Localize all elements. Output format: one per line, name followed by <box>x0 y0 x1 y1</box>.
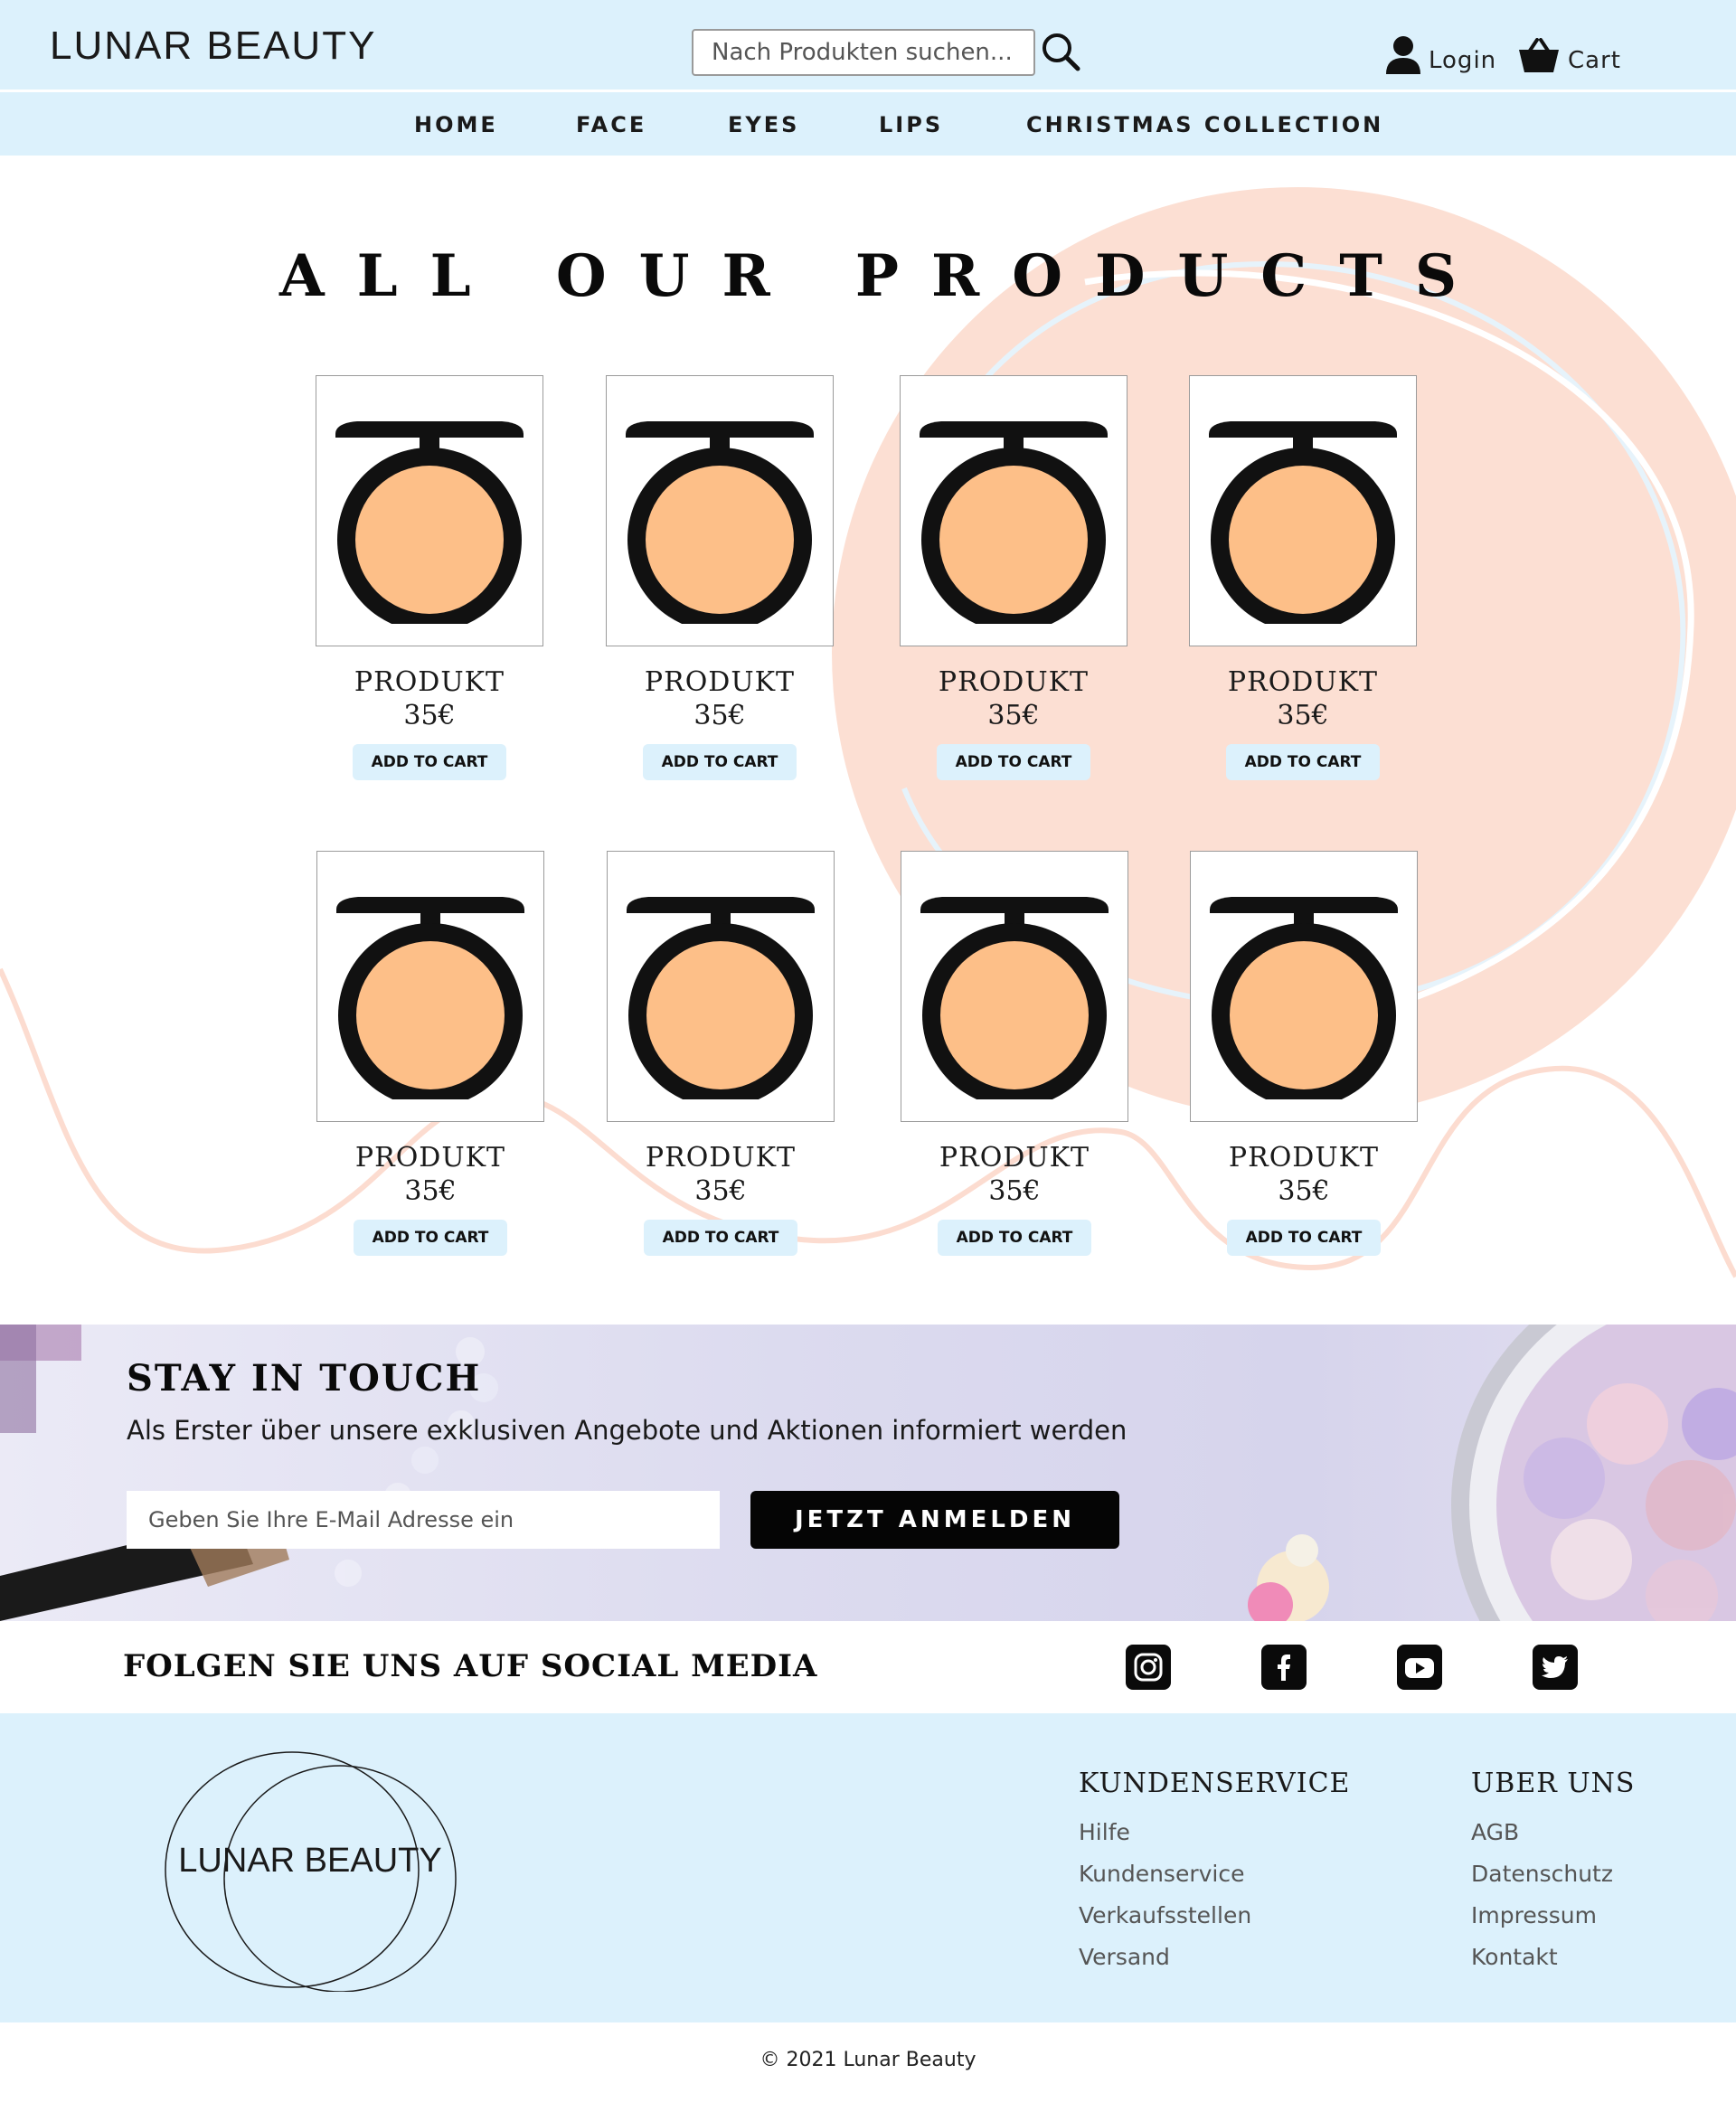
footer-link-datenschutz[interactable]: Datenschutz <box>1471 1853 1635 1895</box>
page-title: ALL OUR PRODUCTS <box>278 242 1490 310</box>
search-icon <box>1043 33 1080 71</box>
copyright-text: © 2021 Lunar Beauty <box>760 2049 976 2071</box>
add-to-cart-button[interactable]: ADD TO CART <box>643 744 797 780</box>
user-icon <box>1386 36 1420 74</box>
product-name[interactable]: PRODUKT <box>606 666 834 698</box>
add-to-cart-button[interactable]: ADD TO CART <box>353 744 506 780</box>
footer-logo-text: LUNAR BEAUTY <box>178 1842 442 1880</box>
product-card: PRODUKT 35€ ADD TO CART <box>606 375 834 780</box>
main-nav: HOME FACE EYES LIPS CHRISTMAS COLLECTION <box>0 92 1736 156</box>
product-card: PRODUKT 35€ ADD TO CART <box>316 851 544 1256</box>
product-price: 35€ <box>693 700 746 731</box>
add-to-cart-button[interactable]: ADD TO CART <box>1227 1220 1381 1256</box>
product-image[interactable] <box>316 375 543 646</box>
search-input[interactable] <box>692 29 1035 76</box>
add-to-cart-button[interactable]: ADD TO CART <box>354 1220 507 1256</box>
product-card: PRODUKT 35€ ADD TO CART <box>1190 851 1418 1256</box>
product-price: 35€ <box>694 1175 747 1207</box>
add-to-cart-button[interactable]: ADD TO CART <box>1226 744 1380 780</box>
footer-column-kundenservice: KUNDENSERVICE Hilfe Kundenservice Verkau… <box>1079 1768 1350 1978</box>
product-name[interactable]: PRODUKT <box>316 666 543 698</box>
footer-heading: KUNDENSERVICE <box>1079 1768 1351 1799</box>
footer-column-uber-uns: UBER UNS AGB Datenschutz Impressum Konta… <box>1471 1768 1635 1978</box>
subscribe-button[interactable]: JETZT ANMELDEN <box>750 1491 1119 1549</box>
footer-link-verkaufsstellen[interactable]: Verkaufsstellen <box>1079 1895 1350 1937</box>
email-field[interactable] <box>127 1491 720 1549</box>
footer-link-hilfe[interactable]: Hilfe <box>1079 1812 1350 1853</box>
search-button[interactable] <box>1038 29 1085 76</box>
product-name[interactable]: PRODUKT <box>900 666 1127 698</box>
instagram-icon[interactable] <box>1126 1645 1171 1690</box>
social-title: FOLGEN SIE UNS AUF SOCIAL MEDIA <box>123 1648 818 1684</box>
social-section: FOLGEN SIE UNS AUF SOCIAL MEDIA <box>0 1621 1736 1713</box>
footer-link-kundenservice[interactable]: Kundenservice <box>1079 1853 1350 1895</box>
add-to-cart-button[interactable]: ADD TO CART <box>644 1220 797 1256</box>
footer-logo[interactable]: LUNAR BEAUTY <box>161 1748 459 1992</box>
cart-label: Cart <box>1568 47 1621 74</box>
product-card: PRODUKT 35€ ADD TO CART <box>1189 375 1417 780</box>
product-name[interactable]: PRODUKT <box>901 1142 1128 1174</box>
nav-christmas-collection[interactable]: CHRISTMAS COLLECTION <box>1026 112 1383 137</box>
product-card: PRODUKT 35€ ADD TO CART <box>901 851 1128 1256</box>
site-footer: LUNAR BEAUTY KUNDENSERVICE Hilfe Kundens… <box>0 1713 1736 2022</box>
nav-eyes[interactable]: EYES <box>728 112 799 137</box>
product-name[interactable]: PRODUKT <box>1189 666 1417 698</box>
product-image[interactable] <box>1190 851 1418 1122</box>
product-name[interactable]: PRODUKT <box>607 1142 835 1174</box>
background-decoration <box>0 187 1736 1278</box>
add-to-cart-button[interactable]: ADD TO CART <box>938 1220 1091 1256</box>
nav-lips[interactable]: LIPS <box>879 112 943 137</box>
newsletter-subtitle: Als Erster über unsere exklusiven Angebo… <box>127 1415 1127 1446</box>
product-image[interactable] <box>901 851 1128 1122</box>
login-link[interactable]: Login <box>1385 31 1496 74</box>
facebook-icon[interactable] <box>1261 1645 1307 1690</box>
twitter-icon[interactable] <box>1533 1645 1578 1690</box>
nav-face[interactable]: FACE <box>576 112 646 137</box>
product-image[interactable] <box>606 375 834 646</box>
product-price: 35€ <box>403 700 456 731</box>
brand-logo[interactable]: LUNAR BEAUTY <box>50 24 376 69</box>
newsletter-title: STAY IN TOUCH <box>127 1357 482 1400</box>
product-image[interactable] <box>900 375 1127 646</box>
login-label: Login <box>1429 47 1497 74</box>
product-name[interactable]: PRODUKT <box>1190 1142 1418 1174</box>
product-name[interactable]: PRODUKT <box>316 1142 544 1174</box>
footer-link-impressum[interactable]: Impressum <box>1471 1895 1635 1937</box>
product-card: PRODUKT 35€ ADD TO CART <box>900 375 1127 780</box>
footer-link-agb[interactable]: AGB <box>1471 1812 1635 1853</box>
add-to-cart-button[interactable]: ADD TO CART <box>937 744 1090 780</box>
footer-link-versand[interactable]: Versand <box>1079 1937 1350 1978</box>
product-card: PRODUKT 35€ ADD TO CART <box>316 375 543 780</box>
cart-link[interactable]: Cart <box>1517 31 1621 74</box>
newsletter-section: STAY IN TOUCH Als Erster über unsere exk… <box>0 1325 1736 1621</box>
product-price: 35€ <box>988 1175 1041 1207</box>
youtube-icon[interactable] <box>1397 1645 1442 1690</box>
product-image[interactable] <box>1189 375 1417 646</box>
product-price: 35€ <box>987 700 1040 731</box>
nav-home[interactable]: HOME <box>414 112 498 137</box>
product-price: 35€ <box>404 1175 457 1207</box>
product-image[interactable] <box>607 851 835 1122</box>
product-price: 35€ <box>1278 1175 1330 1207</box>
footer-link-kontakt[interactable]: Kontakt <box>1471 1937 1635 1978</box>
product-image[interactable] <box>316 851 544 1122</box>
footer-heading: UBER UNS <box>1471 1768 1636 1799</box>
site-header: LUNAR BEAUTY Login Cart <box>0 0 1736 90</box>
product-price: 35€ <box>1277 700 1329 731</box>
product-card: PRODUKT 35€ ADD TO CART <box>607 851 835 1256</box>
shopping-basket-icon <box>1519 38 1559 72</box>
